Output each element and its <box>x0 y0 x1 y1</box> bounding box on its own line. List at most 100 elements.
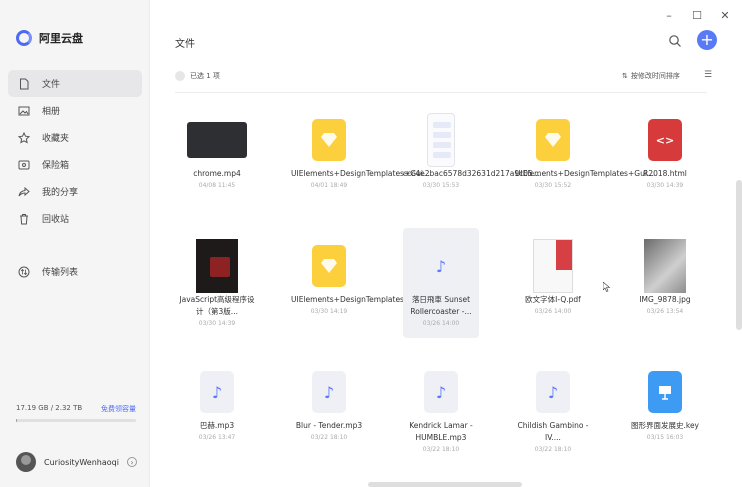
main-content: 文件 + 已选 1 项 ⇅ 按修改时间排序 ☰ chrome.mp4 04/08 … <box>151 0 742 487</box>
sidebar-item-my-shares[interactable]: 我的分享 <box>8 178 142 205</box>
keynote-file-icon <box>648 371 682 413</box>
file-date: 04/01 18:49 <box>310 182 348 189</box>
select-all-checkbox[interactable] <box>175 71 185 81</box>
audio-file-icon: ♪ <box>424 371 458 413</box>
storage-bar <box>16 419 136 422</box>
sketch-file-icon <box>312 245 346 287</box>
file-date: 03/30 15:52 <box>534 182 572 189</box>
file-thumbnail: ♪ <box>411 236 471 296</box>
sidebar-item-trash[interactable]: 回收站 <box>8 205 142 232</box>
sidebar-item-label: 相册 <box>42 107 61 117</box>
file-item[interactable]: UIElements+DesignTemplates+Gui... 03/30 1… <box>515 102 655 212</box>
file-name: 图形界面发展史.key <box>630 421 699 430</box>
audio-file-icon: ♪ <box>536 371 570 413</box>
file-item[interactable]: UIElements+DesignTemplates+Gui... 04/01 1… <box>291 102 430 212</box>
minimize-button[interactable]: – <box>662 8 676 22</box>
storage-used: 17.19 GB / 2.32 TB <box>16 404 83 412</box>
file-thumbnail <box>299 236 359 296</box>
file-item[interactable]: chrome.mp4 04/08 11:45 <box>179 102 255 212</box>
sidebar-item-label: 文件 <box>42 80 61 90</box>
sidebar: 阿里云盘 文件 相册 收藏夹 保险箱 我的分享 回收站 传输列表 17.19 G… <box>0 0 150 487</box>
audio-file-icon: ♪ <box>200 371 234 413</box>
select-all[interactable]: 已选 1 项 <box>175 71 220 81</box>
divider <box>175 92 707 93</box>
file-name: 巴赫.mp3 <box>199 421 235 430</box>
sidebar-item-label: 收藏夹 <box>42 134 70 144</box>
file-date: 04/08 11:45 <box>198 182 236 189</box>
file-thumbnail <box>523 110 583 170</box>
file-date: 03/26 13:54 <box>646 308 684 315</box>
file-item[interactable]: ♪ 落日飛車 Sunset Rollercoaster -... 03/26 14:… <box>403 228 479 338</box>
file-name: R2018.html <box>643 169 687 178</box>
sidebar-item-label: 传输列表 <box>42 268 79 278</box>
free-capacity-link[interactable]: 免费领容量 <box>101 404 136 414</box>
file-name: chrome.mp4 <box>193 169 241 178</box>
photo-icon <box>18 105 30 117</box>
file-name: Childish Gambino - IV.... <box>517 421 589 442</box>
sidebar-item-files[interactable]: 文件 <box>8 70 142 97</box>
star-icon <box>18 131 30 144</box>
file-item[interactable]: <> R2018.html 03/30 14:39 <box>627 102 703 212</box>
search-icon[interactable] <box>668 34 682 48</box>
file-thumbnail <box>187 110 247 170</box>
file-name: JavaScript高级程序设计（第3版... <box>179 295 255 316</box>
file-item[interactable]: 图形界面发展史.key 03/15 16:03 <box>627 354 703 464</box>
sort-button[interactable]: ⇅ 按修改时间排序 <box>622 71 680 81</box>
sketch-file-icon <box>536 119 570 161</box>
sidebar-item-safe[interactable]: 保险箱 <box>8 151 142 178</box>
file-item[interactable]: ♪ Kendrick Lamar - HUMBLE.mp3 03/22 18:10 <box>403 354 479 464</box>
safe-icon <box>18 159 30 171</box>
sidebar-item-favorites[interactable]: 收藏夹 <box>8 124 142 151</box>
sort-icon: ⇅ <box>622 72 628 80</box>
file-date: 03/26 14:00 <box>422 320 460 327</box>
list-view-icon[interactable]: ☰ <box>704 70 712 80</box>
file-date: 03/22 18:10 <box>534 446 572 453</box>
share-icon <box>18 186 30 198</box>
chevron-right-icon: › <box>126 457 137 467</box>
file-item[interactable]: ♪ Blur - Tender.mp3 03/22 18:10 <box>291 354 367 464</box>
file-name: Blur - Tender.mp3 <box>295 421 363 430</box>
video-thumbnail <box>187 122 247 158</box>
file-item[interactable]: JavaScript高级程序设计（第3版... 03/30 14:39 <box>179 228 255 338</box>
photo-thumbnail <box>644 239 686 293</box>
avatar <box>16 452 36 472</box>
maximize-button[interactable]: ☐ <box>690 8 704 22</box>
user-name: CuriosityWenhaoqi <box>44 457 119 467</box>
file-date: 03/22 18:10 <box>310 434 348 441</box>
file-item[interactable]: IMG_9878.jpg 03/26 13:54 <box>627 228 703 338</box>
file-name: UIElements+DesignTemplates+Gui... <box>515 169 655 178</box>
file-item[interactable]: 欧文字体Ⅰ-Q.pdf 03/26 14:00 <box>515 228 591 338</box>
selection-count: 已选 1 项 <box>190 72 220 80</box>
file-item[interactable]: ccc4e2bac6578d32631d217a9c05... 03/30 15:… <box>403 102 540 212</box>
file-name: UIElements+DesignTemplates+Gui... <box>291 295 431 304</box>
file-name: IMG_9878.jpg <box>639 295 691 304</box>
file-name: Kendrick Lamar - HUMBLE.mp3 <box>409 421 473 442</box>
brand: 阿里云盘 <box>16 30 83 46</box>
file-date: 03/30 14:19 <box>310 308 348 315</box>
file-item[interactable]: ♪ Childish Gambino - IV.... 03/22 18:10 <box>515 354 591 464</box>
sidebar-item-photos[interactable]: 相册 <box>8 97 142 124</box>
storage-summary: 17.19 GB / 2.32 TB 免费领容量 <box>16 404 136 422</box>
audio-file-icon: ♪ <box>424 245 458 287</box>
close-button[interactable]: ✕ <box>718 8 732 22</box>
mouse-cursor-icon <box>603 282 611 292</box>
add-button[interactable]: + <box>697 30 717 50</box>
sidebar-item-transfers[interactable]: 传输列表 <box>8 258 142 285</box>
file-thumbnail <box>299 110 359 170</box>
vertical-scrollbar[interactable] <box>736 0 742 487</box>
file-date: 03/30 14:39 <box>646 182 684 189</box>
sidebar-item-label: 我的分享 <box>42 188 79 198</box>
scrollbar-thumb[interactable] <box>736 180 742 330</box>
window-controls: – ☐ ✕ <box>662 8 732 22</box>
file-thumbnail: <> <box>635 110 695 170</box>
file-name: ccc4e2bac6578d32631d217a9c05... <box>403 169 540 178</box>
audio-file-icon: ♪ <box>312 371 346 413</box>
file-thumbnail <box>635 236 695 296</box>
file-item[interactable]: ♪ 巴赫.mp3 03/26 13:47 <box>179 354 255 464</box>
file-item[interactable]: UIElements+DesignTemplates+Gui... 03/30 1… <box>291 228 431 338</box>
sidebar-item-label: 保险箱 <box>42 161 70 171</box>
trash-icon <box>18 213 30 225</box>
user-profile[interactable]: CuriosityWenhaoqi › <box>16 452 137 472</box>
horizontal-scrollbar[interactable] <box>368 482 522 487</box>
file-name: 落日飛車 Sunset Rollercoaster -... <box>410 295 472 316</box>
